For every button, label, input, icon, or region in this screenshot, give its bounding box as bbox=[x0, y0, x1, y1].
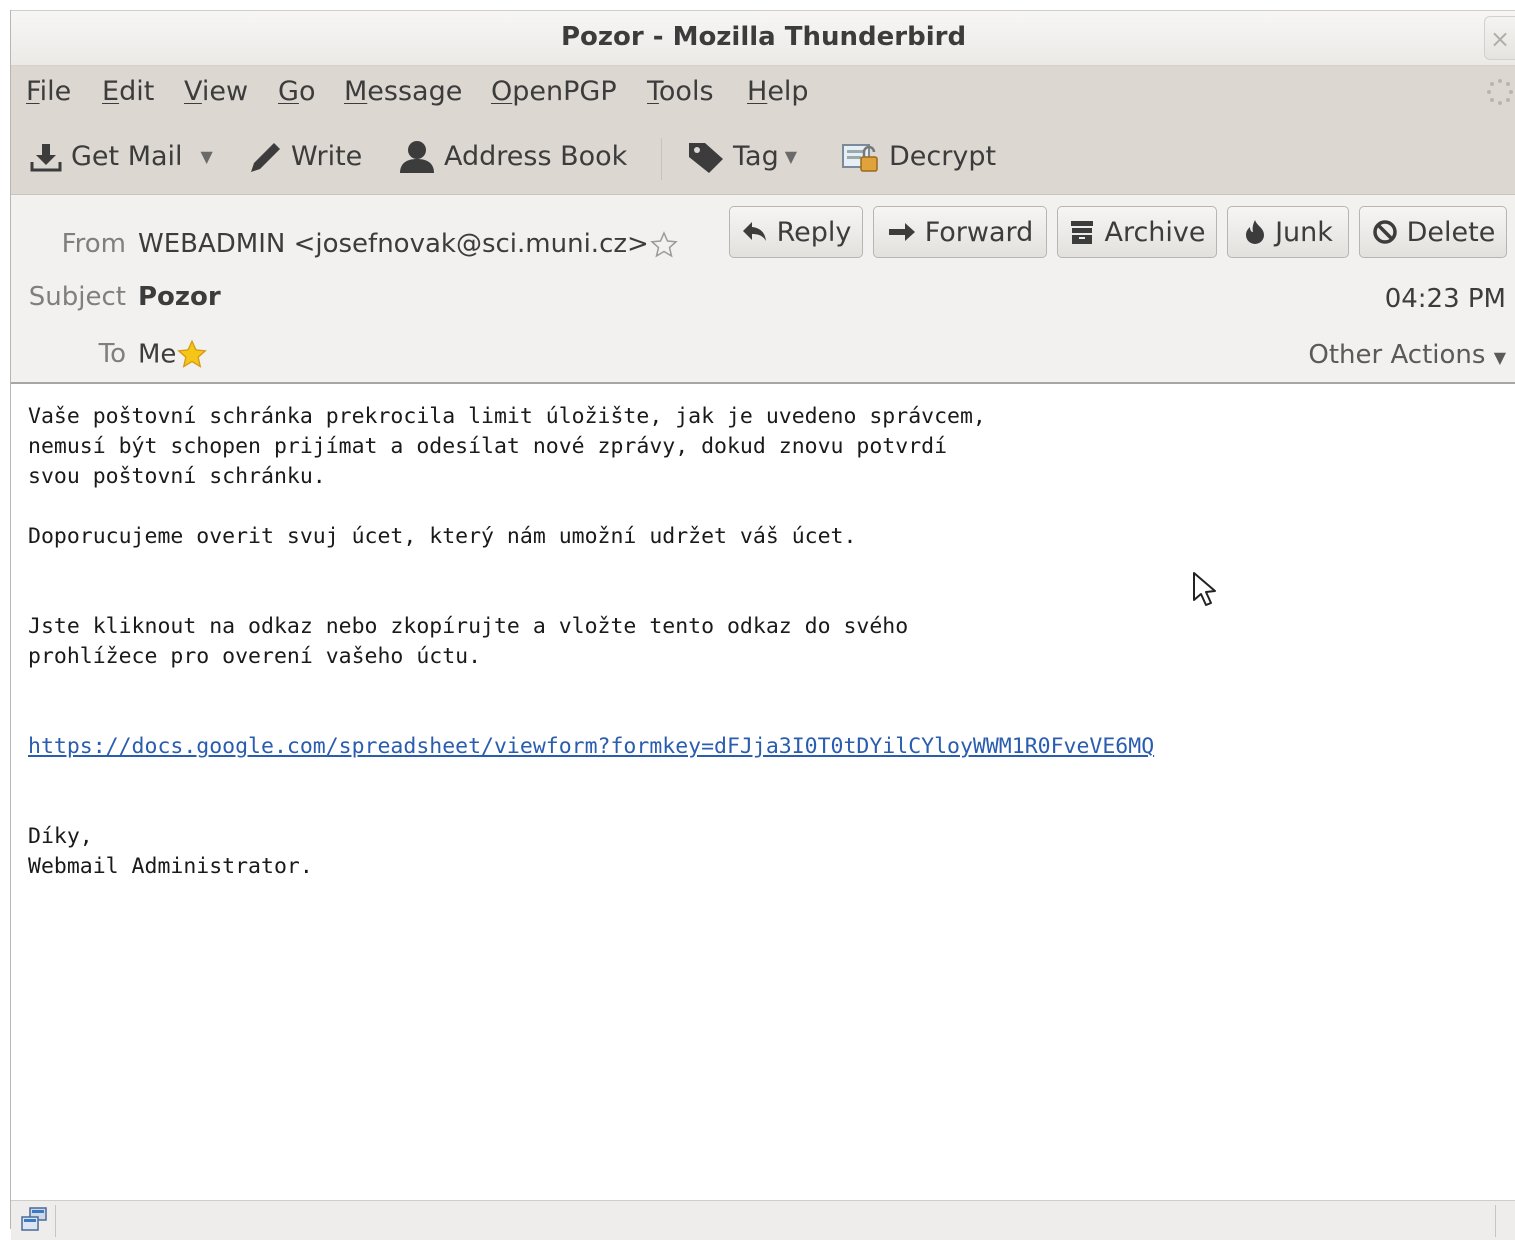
other-actions-chevron-down-icon: ▼ bbox=[1493, 348, 1506, 367]
menu-go-mnemonic: G bbox=[278, 76, 299, 107]
menu-edit-label: dit bbox=[119, 76, 155, 107]
to-value[interactable]: Me bbox=[138, 339, 208, 371]
from-label: From bbox=[61, 229, 126, 259]
body-paragraph-3: Jste kliknout na odkaz nebo zkopírujte a… bbox=[28, 614, 909, 669]
decrypt-label: Decrypt bbox=[889, 141, 997, 172]
to-label: To bbox=[98, 339, 126, 369]
message-time: 04:23 PM bbox=[1384, 284, 1506, 314]
write-button[interactable]: Write bbox=[247, 136, 362, 178]
from-value[interactable]: WEBADMIN <josefnovak@sci.muni.cz> bbox=[138, 229, 679, 260]
junk-label: Junk bbox=[1275, 216, 1333, 248]
star-outline-icon[interactable] bbox=[649, 230, 679, 260]
menu-message[interactable]: Message bbox=[344, 66, 462, 118]
main-toolbar: Get Mail ▼ Write Address Book Tag ▼ Decr… bbox=[11, 126, 1515, 195]
mouse-pointer-icon bbox=[1193, 572, 1216, 606]
from-address[interactable]: WEBADMIN <josefnovak@sci.muni.cz> bbox=[138, 229, 649, 259]
menu-tools-label: ools bbox=[658, 76, 714, 107]
menu-message-label: essage bbox=[367, 76, 463, 107]
status-separator-right bbox=[1495, 1205, 1496, 1237]
menu-message-mnemonic: M bbox=[344, 76, 368, 107]
write-label: Write bbox=[291, 141, 363, 172]
close-button[interactable]: × bbox=[1484, 16, 1515, 60]
delete-button[interactable]: Delete bbox=[1359, 206, 1507, 258]
thunderbird-window: Pozor - Mozilla Thunderbird × File Edit … bbox=[10, 10, 1515, 1240]
address-book-label: Address Book bbox=[444, 141, 628, 172]
download-icon bbox=[30, 144, 62, 172]
reply-button[interactable]: Reply bbox=[729, 206, 863, 258]
person-icon bbox=[400, 141, 434, 173]
tag-icon bbox=[689, 143, 723, 173]
body-signoff: Díky, Webmail Administrator. bbox=[28, 824, 313, 879]
reply-label: Reply bbox=[776, 216, 852, 248]
activity-spinner-icon bbox=[1487, 79, 1513, 105]
menu-bar: File Edit View Go Message OpenPGP Tools … bbox=[11, 66, 1515, 126]
subject-value: Pozor bbox=[138, 282, 221, 312]
to-recipient[interactable]: Me bbox=[138, 340, 176, 370]
menu-file-label: ile bbox=[39, 76, 72, 107]
message-body: Vaše poštovní schránka prekrocila limit … bbox=[28, 402, 1154, 882]
title-bar: Pozor - Mozilla Thunderbird × bbox=[11, 10, 1515, 66]
tag-dropdown-icon: ▼ bbox=[784, 147, 798, 166]
forward-arrow-icon bbox=[888, 223, 915, 241]
star-filled-icon[interactable] bbox=[176, 339, 208, 371]
menu-edit[interactable]: Edit bbox=[102, 66, 154, 118]
phishing-link[interactable]: https://docs.google.com/spreadsheet/view… bbox=[28, 734, 1154, 759]
archive-box-icon bbox=[1071, 221, 1094, 244]
menu-view[interactable]: View bbox=[184, 66, 248, 118]
menu-go-label: o bbox=[298, 76, 316, 107]
menu-help-mnemonic: H bbox=[747, 76, 768, 107]
delete-label: Delete bbox=[1406, 216, 1496, 248]
no-entry-icon bbox=[1372, 220, 1397, 244]
menu-openpgp-label: penPGP bbox=[512, 76, 617, 107]
reply-arrow-icon bbox=[742, 222, 766, 241]
status-separator bbox=[55, 1205, 56, 1237]
subject-label: Subject bbox=[28, 282, 126, 312]
archive-label: Archive bbox=[1104, 216, 1206, 248]
menu-file[interactable]: File bbox=[26, 66, 71, 118]
menu-tools[interactable]: Tools bbox=[647, 66, 714, 118]
tag-label: Tag bbox=[733, 141, 779, 172]
status-bar bbox=[11, 1200, 1515, 1240]
forward-button[interactable]: Forward bbox=[873, 206, 1047, 258]
forward-label: Forward bbox=[924, 216, 1034, 248]
menu-file-mnemonic: F bbox=[26, 76, 40, 107]
junk-button[interactable]: Junk bbox=[1227, 206, 1349, 258]
menu-openpgp-mnemonic: O bbox=[491, 76, 513, 107]
tag-button[interactable]: Tag ▼ bbox=[687, 136, 797, 178]
get-mail-label: Get Mail bbox=[71, 141, 183, 172]
body-paragraph-1: Vaše poštovní schránka prekrocila limit … bbox=[28, 404, 986, 489]
toolbar-separator bbox=[661, 138, 662, 180]
menu-tools-mnemonic: T bbox=[647, 76, 659, 107]
other-actions-label: Other Actions bbox=[1308, 340, 1486, 370]
menu-view-label: iew bbox=[201, 76, 249, 107]
menu-openpgp[interactable]: OpenPGP bbox=[491, 66, 617, 118]
menu-view-mnemonic: V bbox=[184, 76, 202, 107]
menu-help-label: elp bbox=[767, 76, 809, 107]
body-paragraph-2: Doporucujeme overit svuj úcet, který nám… bbox=[28, 524, 857, 549]
decrypt-lock-icon bbox=[842, 144, 878, 172]
window-title: Pozor - Mozilla Thunderbird bbox=[560, 22, 967, 52]
get-mail-button[interactable]: Get Mail ▼ bbox=[29, 136, 213, 178]
flame-icon bbox=[1246, 220, 1265, 244]
get-mail-dropdown-icon[interactable]: ▼ bbox=[201, 136, 213, 178]
pencil-icon bbox=[251, 143, 280, 172]
address-book-button[interactable]: Address Book bbox=[398, 136, 627, 178]
menu-help[interactable]: Help bbox=[747, 66, 809, 118]
other-actions-menu[interactable]: Other Actions ▼ bbox=[1308, 340, 1506, 370]
decrypt-button[interactable]: Decrypt bbox=[841, 136, 996, 178]
menu-edit-mnemonic: E bbox=[102, 76, 120, 107]
archive-button[interactable]: Archive bbox=[1057, 206, 1217, 258]
online-status-icon[interactable] bbox=[19, 1205, 49, 1235]
menu-go[interactable]: Go bbox=[278, 66, 315, 118]
